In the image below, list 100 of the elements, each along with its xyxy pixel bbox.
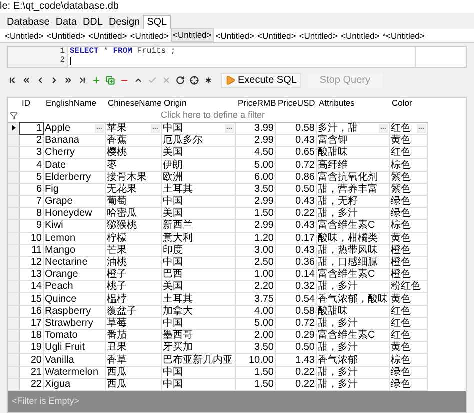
query-tab[interactable]: *<Untitled> <box>382 30 426 42</box>
price-rmb-cell-text: 10.00 <box>248 354 275 366</box>
main-tab[interactable]: SQL <box>143 15 172 29</box>
id-cell-text: 6 <box>35 184 43 195</box>
english-name-cell-text: Grape <box>44 196 74 208</box>
query-tab[interactable]: <Untitled> <box>129 30 170 42</box>
toolbar-button[interactable] <box>7 75 18 86</box>
attributes-cell-text: 甜，多汁 <box>317 342 359 354</box>
color-cell-text: 红色 <box>390 122 412 134</box>
column-header[interactable]: EnglishName <box>44 98 106 110</box>
column-header[interactable]: Color <box>390 98 428 110</box>
origin-cell-text: 中国 <box>162 366 184 378</box>
toolbar-button[interactable] <box>77 75 88 86</box>
column-header[interactable]: ID <box>20 98 44 110</box>
attributes-cell-text: 富含钾 <box>317 135 349 146</box>
filter-status: <Filter is Empty> <box>12 394 80 408</box>
toolbar-button[interactable] <box>203 75 214 86</box>
chinese-name-cell-text: 覆盆子 <box>106 306 138 317</box>
price-usd-cell-text: 0.32 <box>294 281 316 292</box>
price-usd-cell-text: 0.50 <box>294 184 316 195</box>
toolbar-button[interactable] <box>21 75 32 86</box>
origin-cell-text: 中国 <box>162 318 184 329</box>
english-name-cell-text: Honeydew <box>44 208 94 220</box>
price-rmb-cell-text: 2.20 <box>254 281 275 292</box>
english-name-cell-text: Raspberry <box>44 306 92 317</box>
query-tab[interactable]: <Untitled> <box>4 30 45 42</box>
ellipsis-button[interactable] <box>95 124 104 133</box>
toolbar-button[interactable] <box>175 75 186 86</box>
attributes-cell-text: 甜，多汁 <box>317 366 359 378</box>
english-name-cell-text: Quince <box>44 294 78 305</box>
row-header[interactable] <box>8 122 20 134</box>
chinese-name-cell-text: 葡萄 <box>106 196 128 208</box>
id-cell-text: 22 <box>30 378 43 390</box>
id-cell-text: 7 <box>35 196 43 208</box>
id-cell-text: 20 <box>30 354 43 366</box>
english-name-cell-text: Vanilla <box>44 354 76 366</box>
last-icon <box>78 76 87 85</box>
price-usd-cell-text: 0.65 <box>294 147 316 158</box>
main-tab[interactable]: Design <box>106 16 144 29</box>
price-usd-cell-text: 0.72 <box>294 318 316 329</box>
attributes-cell-text: 富含维生素C <box>317 269 376 280</box>
chinese-name-cell-text: 丑果 <box>106 342 128 354</box>
column-header[interactable]: PriceRMB <box>236 98 276 110</box>
color-cell-text: 橙色 <box>390 269 412 280</box>
price-usd-cell-text: 0.43 <box>294 196 316 208</box>
main-tab[interactable]: DDL <box>80 16 106 29</box>
id-cell-text: 19 <box>30 342 43 354</box>
column-header[interactable]: Origin <box>162 98 236 110</box>
price-usd-cell-text: 0.29 <box>294 330 316 342</box>
attributes-cell-text: 高纤维 <box>317 160 349 171</box>
filter-row[interactable]: Click here to define a filter <box>20 110 466 122</box>
origin-cell-text: 印度 <box>162 244 184 256</box>
file-path: le: E:\qt_code\database.db <box>0 0 474 13</box>
color-cell-text: 棕色 <box>390 220 412 232</box>
query-tab[interactable]: <Untitled> <box>88 30 128 42</box>
color-cell-text: 红色 <box>390 147 412 158</box>
query-tab[interactable]: <Untitled> <box>214 30 256 42</box>
column-header[interactable]: PriceUSD <box>276 98 317 110</box>
chinese-name-cell-text: 接骨木果 <box>106 172 148 183</box>
attributes-cell-text: 多汁，甜 <box>317 122 359 134</box>
ellipsis-button[interactable] <box>379 124 388 133</box>
toolbar-button[interactable] <box>189 75 200 86</box>
query-tab[interactable]: <Untitled> <box>298 30 339 42</box>
id-cell-text: 5 <box>35 172 43 183</box>
crosshair-icon <box>190 76 199 85</box>
english-name-cell-text: Fig <box>44 184 60 195</box>
price-rmb-cell-text: 3.50 <box>254 184 275 195</box>
ellipsis-button[interactable] <box>225 124 234 133</box>
query-tab[interactable]: <Untitled> <box>256 30 298 42</box>
main-tab[interactable]: Data <box>52 16 80 29</box>
price-rmb-cell-text: 1.00 <box>254 269 275 280</box>
query-tab[interactable]: <Untitled> <box>171 28 214 42</box>
ellipsis-button[interactable] <box>417 124 426 133</box>
price-rmb-cell-text: 5.00 <box>254 160 275 171</box>
color-cell-text: 粉红色 <box>390 281 422 292</box>
toolbar-button[interactable] <box>63 75 74 86</box>
main-tab[interactable]: Database <box>4 16 53 29</box>
column-header[interactable]: Attributes <box>317 98 390 110</box>
color-cell-text: 黄色 <box>390 135 412 146</box>
execute-sql-button[interactable]: Execute SQL <box>221 73 301 88</box>
color-cell-text: 绿色 <box>390 366 412 378</box>
run-icon <box>225 75 236 86</box>
chinese-name-cell-text: 榅桲 <box>106 294 128 305</box>
price-rmb-cell-text: 2.99 <box>254 220 275 232</box>
price-usd-cell-text: 0.17 <box>294 232 316 244</box>
color-cell-text: 紫色 <box>390 184 412 195</box>
id-cell: 1 <box>20 122 43 134</box>
filter-icon <box>10 112 18 120</box>
id-cell-text: 8 <box>35 208 43 220</box>
query-tab[interactable]: <Untitled> <box>340 30 381 42</box>
origin-cell-text: 中国 <box>162 378 184 390</box>
origin-cell-text: 牙买加 <box>162 342 194 354</box>
ellipsis-button[interactable] <box>151 124 160 133</box>
query-tab[interactable]: <Untitled> <box>46 30 86 42</box>
english-name-cell-text: Banana <box>44 135 80 146</box>
column-header[interactable]: ChineseName <box>106 98 162 110</box>
price-rmb-cell-text: 2.50 <box>254 257 275 268</box>
id-cell-text: 12 <box>30 257 43 268</box>
sql-editor[interactable]: 1 2 SELECT * FROM Fruits ; <box>7 46 467 68</box>
price-rmb-cell-text: 1.20 <box>254 232 275 244</box>
